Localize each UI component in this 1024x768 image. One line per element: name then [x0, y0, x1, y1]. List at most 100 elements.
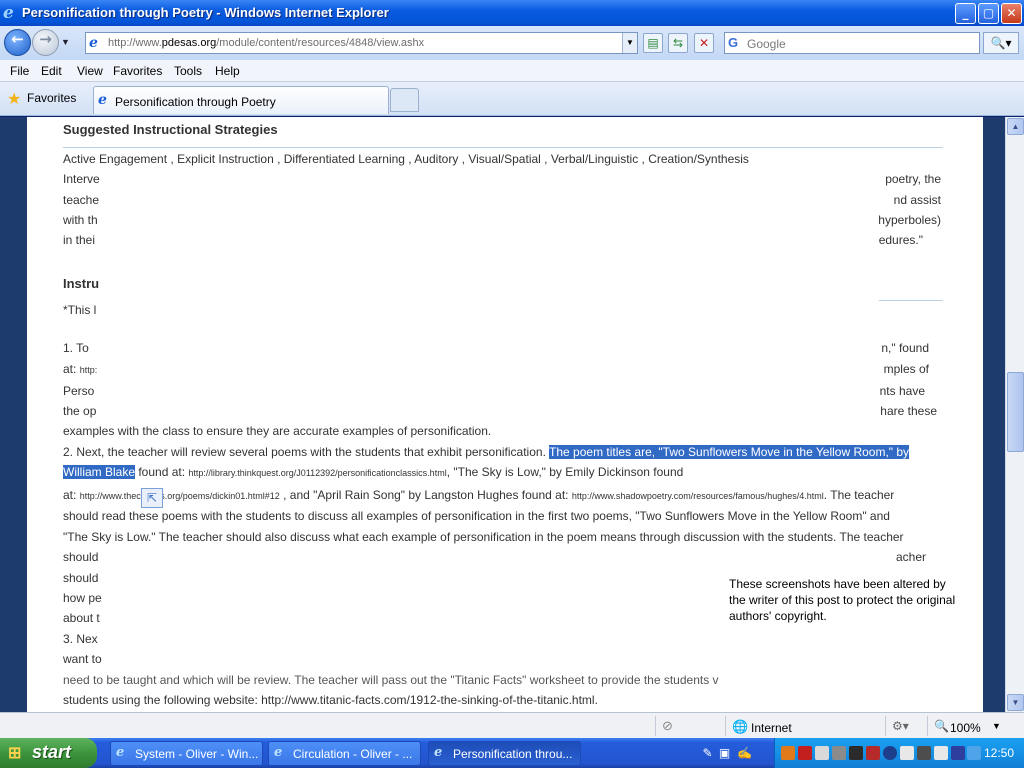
- url-prefix: http://www.: [108, 37, 162, 49]
- tray-bluetooth-icon[interactable]: [951, 746, 965, 760]
- volume-icon[interactable]: [967, 746, 981, 760]
- link-fragment[interactable]: http:: [80, 365, 98, 375]
- window-title: Personification through Poetry - Windows…: [22, 5, 389, 20]
- taskbar-item-personification[interactable]: e Personification throu...: [428, 741, 581, 766]
- history-dropdown-icon[interactable]: ▼: [61, 37, 70, 47]
- back-button[interactable]: ←: [4, 29, 31, 56]
- status-bar: ⊘ 🌐 Internet ⚙▾ 🔍 100% ▼: [0, 712, 1024, 738]
- start-button[interactable]: ⊞ start: [0, 738, 97, 768]
- line3-text-end: , "The Sky is Low," by Emily Dickinson f…: [446, 465, 684, 479]
- scroll-thumb[interactable]: [1007, 372, 1024, 452]
- ie-task-icon: e: [434, 745, 443, 760]
- heading-rule: [879, 300, 943, 301]
- line4-text: at:: [63, 488, 80, 502]
- text-fragment: how pe: [63, 591, 102, 605]
- maximize-button[interactable]: ▢: [978, 3, 999, 24]
- protected-mode-icon[interactable]: ⚙▾: [892, 719, 909, 733]
- paragraph-line: examples with the class to ensure they a…: [63, 424, 492, 438]
- favorites-bar: ★ Favorites e Personification through Po…: [0, 82, 1024, 116]
- paragraph-line: at: http://www.theci ages.org/poems/dick…: [63, 488, 894, 502]
- stop-icon[interactable]: ✕: [694, 33, 714, 53]
- new-tab-button[interactable]: [390, 88, 419, 112]
- tab-page-icon: e: [98, 92, 107, 108]
- minimize-button[interactable]: _: [955, 3, 976, 24]
- heading-rule: [63, 147, 943, 148]
- menu-bar: File Edit View Favorites Tools Help: [0, 60, 1024, 82]
- menu-favorites[interactable]: Favorites: [113, 64, 162, 78]
- status-divider: [655, 716, 656, 736]
- text-fragment: nd assist: [893, 193, 941, 207]
- taskbar-item-circulation[interactable]: e Circulation - Oliver - ...: [268, 741, 421, 766]
- quicklaunch-monitor-icon[interactable]: ▣: [717, 746, 732, 761]
- compatibility-view-icon[interactable]: ▤: [643, 33, 663, 53]
- tray-document-icon[interactable]: [815, 746, 829, 760]
- text-fragment: nts have: [879, 384, 925, 398]
- text-fragment: edures.": [878, 233, 923, 247]
- navigation-bar: ← → ▼ e http://www.pdesas.org/module/con…: [0, 26, 1024, 60]
- start-label: start: [32, 742, 72, 762]
- address-url[interactable]: http://www.pdesas.org/module/content/res…: [108, 37, 424, 49]
- favorites-star-icon[interactable]: ★: [7, 89, 21, 109]
- task-label: Circulation - Oliver - ...: [293, 747, 413, 761]
- acrobat-icon[interactable]: [798, 746, 812, 760]
- menu-help[interactable]: Help: [215, 64, 240, 78]
- scroll-down-icon[interactable]: ▼: [1007, 694, 1024, 711]
- text-fragment: with th: [63, 213, 98, 227]
- copyright-notice: These screenshots have been altered by t…: [729, 577, 956, 623]
- tray-display-icon[interactable]: [849, 746, 863, 760]
- taskbar-item-system[interactable]: e System - Oliver - Win...: [110, 741, 263, 766]
- text-fragment: mples of: [883, 362, 929, 376]
- system-tray: 12:50: [774, 738, 1024, 768]
- menu-edit[interactable]: Edit: [41, 64, 62, 78]
- text-fragment: 3. Nex: [63, 632, 98, 646]
- zoom-level[interactable]: 100%: [950, 721, 981, 735]
- tray-tools-icon[interactable]: [900, 746, 914, 760]
- search-box[interactable]: G Google: [724, 32, 980, 54]
- quicklaunch-tool-icon[interactable]: ✎: [700, 746, 715, 761]
- selected-text[interactable]: The poem titles are, "Two Sunflowers Mov…: [549, 445, 910, 459]
- tray-printer-icon[interactable]: [832, 746, 846, 760]
- text-fragment: teache: [63, 193, 100, 207]
- search-input[interactable]: Google: [747, 37, 786, 51]
- download-icon[interactable]: [883, 746, 897, 760]
- menu-file[interactable]: File: [10, 64, 29, 78]
- web-page: Suggested Instructional Strategies Activ…: [27, 117, 983, 712]
- menu-tools[interactable]: Tools: [174, 64, 202, 78]
- quicklaunch-pen-icon[interactable]: ✍: [737, 746, 752, 761]
- hughes-link[interactable]: http://www.shadowpoetry.com/resources/fa…: [572, 491, 824, 501]
- tab-personification[interactable]: e Personification through Poetry: [93, 86, 389, 114]
- search-button[interactable]: 🔍▾: [983, 32, 1019, 54]
- address-bar[interactable]: e http://www.pdesas.org/module/content/r…: [85, 32, 638, 54]
- blocked-content-icon[interactable]: ⊘: [662, 718, 673, 734]
- section-heading-instruction: Instru: [63, 276, 100, 291]
- paragraph-line: William Blake found at: http://library.t…: [63, 465, 683, 479]
- task-label: Personification throu...: [453, 747, 573, 761]
- paragraph-line: "The Sky is Low." The teacher should als…: [63, 530, 904, 544]
- antivirus-icon[interactable]: [866, 746, 880, 760]
- url-domain: pdesas.org: [161, 37, 217, 49]
- text-fragment: Perso: [63, 384, 95, 398]
- tray-network-icon[interactable]: [917, 746, 931, 760]
- vertical-scrollbar[interactable]: ▲ ▼: [1005, 117, 1024, 712]
- zoom-icon[interactable]: 🔍: [934, 719, 949, 733]
- scroll-up-icon[interactable]: ▲: [1007, 118, 1024, 135]
- text-fragment: at: http:: [63, 362, 97, 376]
- menu-view[interactable]: View: [77, 64, 103, 78]
- selected-text[interactable]: William Blake: [63, 465, 136, 479]
- forward-button[interactable]: →: [32, 29, 59, 56]
- tray-sigma-icon[interactable]: [934, 746, 948, 760]
- tray-app-icon[interactable]: [781, 746, 795, 760]
- accelerator-icon[interactable]: ⇱: [141, 488, 163, 508]
- refresh-icon[interactable]: ⇆: [668, 33, 688, 53]
- dickinson-link[interactable]: http://www.theci ages.org/poems/dickin01…: [80, 491, 280, 501]
- text-fragment: should: [63, 550, 99, 564]
- paragraph-line: 2. Next, the teacher will review several…: [63, 445, 910, 459]
- address-dropdown-icon[interactable]: ▼: [622, 33, 637, 53]
- paragraph-line: should read these poems with the student…: [63, 509, 890, 523]
- line4-text-end: . The teacher: [823, 488, 895, 502]
- close-button[interactable]: ✕: [1001, 3, 1022, 24]
- thinkquest-link[interactable]: http://library.thinkquest.org/J0112392/p…: [188, 468, 446, 478]
- paragraph-line: students using the following website: ht…: [63, 693, 598, 707]
- zoom-dropdown-icon[interactable]: ▼: [992, 721, 1001, 731]
- favorites-button[interactable]: Favorites: [27, 91, 76, 105]
